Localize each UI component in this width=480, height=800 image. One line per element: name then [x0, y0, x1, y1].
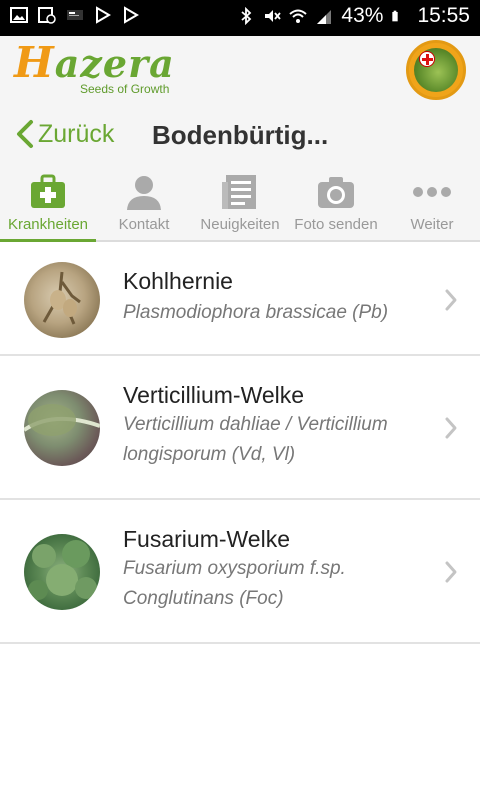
- tab-label: Weiter: [410, 216, 454, 233]
- wifi-icon: [289, 9, 308, 23]
- chevron-right-icon: [445, 417, 457, 439]
- disease-thumbnail: [24, 534, 100, 610]
- tab-label: Foto senden: [294, 216, 378, 233]
- chevron-left-icon: [17, 120, 33, 148]
- disease-thumbnail: [24, 262, 100, 338]
- battery-icon: [392, 10, 399, 22]
- tab-neuigkeiten[interactable]: Neuigkeiten: [192, 164, 288, 240]
- disease-thumbnail: [24, 390, 100, 466]
- status-bar-system: 43% 15:55: [237, 4, 470, 28]
- disease-latin-name: Verticillium dahliae / Verticillium long…: [123, 414, 388, 465]
- list-item[interactable]: Verticillium-Welke Verticillium dahliae …: [0, 356, 480, 500]
- tab-label: Krankheiten: [7, 216, 89, 233]
- clock: 15:55: [417, 4, 470, 27]
- image-icon: [10, 7, 28, 23]
- disease-latin-name: Plasmodiophora brassicae (Pb): [123, 302, 389, 323]
- play-store-icon: [96, 6, 111, 24]
- news-icon: [222, 175, 256, 209]
- chevron-right-icon: [445, 561, 457, 583]
- disease-name: Fusarium-Welke: [123, 526, 290, 552]
- more-dots-icon: [413, 187, 451, 197]
- list-item[interactable]: Fusarium-Welke Fusarium oxysporium f.sp.…: [0, 500, 480, 644]
- app-header: Hazera Seeds of Growth: [0, 36, 480, 104]
- page-title: Bodenbürtig...: [152, 120, 329, 150]
- tab-krankheiten[interactable]: Krankheiten: [0, 164, 96, 242]
- person-icon: [127, 176, 161, 210]
- back-button[interactable]: Zurück: [14, 118, 114, 150]
- tab-foto-senden[interactable]: Foto senden: [288, 164, 384, 240]
- hazera-logo[interactable]: Hazera Seeds of Growth: [14, 38, 184, 100]
- signal-icon: [317, 10, 332, 24]
- tab-label: Neuigkeiten: [200, 216, 280, 233]
- back-label: Zurück: [38, 119, 115, 148]
- clock-calendar-icon: [38, 7, 56, 24]
- disease-latin-name: Fusarium oxysporium f.sp. Conglutinans (…: [123, 558, 346, 609]
- disease-name: Verticillium-Welke: [123, 382, 305, 408]
- camera-icon: [318, 177, 354, 208]
- disease-name: Kohlhernie: [123, 268, 233, 294]
- logo-tagline: Seeds of Growth: [80, 82, 170, 96]
- tab-weiter[interactable]: Weiter: [384, 164, 480, 240]
- tab-label: Kontakt: [118, 216, 170, 233]
- tab-kontakt[interactable]: Kontakt: [96, 164, 192, 240]
- news-icon: [67, 10, 83, 20]
- status-bar: 43% 15:55: [0, 0, 480, 36]
- battery-percent: 43%: [341, 4, 384, 27]
- list-item[interactable]: Kohlhernie Plasmodiophora brassicae (Pb): [0, 244, 480, 356]
- status-bar-notifications: [10, 6, 140, 24]
- logo-wordmark: Hazera: [14, 38, 175, 87]
- chevron-right-icon: [445, 289, 457, 311]
- bluetooth-icon: [241, 7, 252, 25]
- first-aid-kit-icon: [31, 174, 65, 208]
- navigation-bar: Zurück Bodenbürtig...: [0, 104, 480, 164]
- plant-health-badge-icon[interactable]: [406, 40, 466, 100]
- tab-bar: Krankheiten Kontakt Neuigkeiten Foto sen…: [0, 164, 480, 242]
- disease-list: Kohlhernie Plasmodiophora brassicae (Pb)…: [0, 244, 480, 644]
- play-store-icon: [124, 6, 139, 24]
- mute-icon: [265, 10, 282, 22]
